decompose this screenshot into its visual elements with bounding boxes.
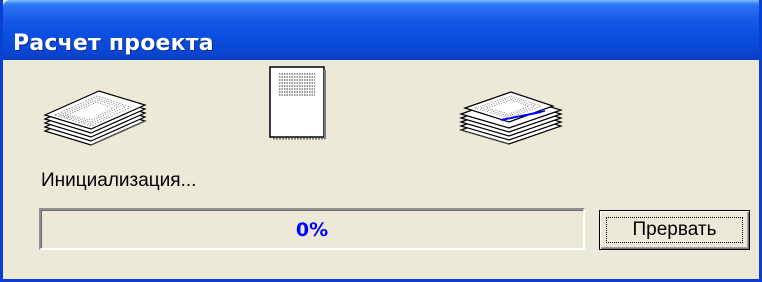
document-page-icon bbox=[269, 66, 326, 140]
progress-bar: 0% bbox=[39, 208, 585, 250]
file-copy-animation bbox=[3, 60, 759, 155]
title-bar[interactable]: Расчет проекта bbox=[3, 0, 759, 60]
stacked-documents-done-icon bbox=[459, 91, 563, 145]
abort-button-label: Прервать bbox=[606, 217, 743, 243]
status-label: Инициализация... bbox=[41, 170, 197, 191]
progress-dialog-window: Расчет проекта Инициализация... 0% Прерв… bbox=[0, 0, 762, 282]
progress-percent-label: 0% bbox=[295, 219, 329, 241]
abort-button[interactable]: Прервать bbox=[599, 210, 750, 250]
stacked-documents-icon bbox=[43, 90, 147, 146]
window-title: Расчет проекта bbox=[13, 31, 214, 56]
